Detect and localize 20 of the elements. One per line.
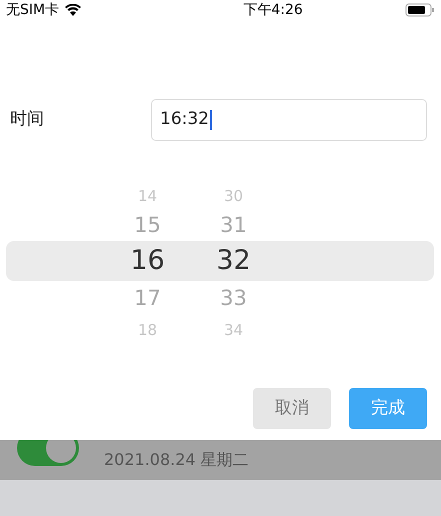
time-input-field[interactable]: 16:32 xyxy=(151,99,427,141)
picker-option[interactable]: 30 xyxy=(224,184,244,208)
picker-option[interactable]: 17 xyxy=(134,282,161,314)
date-text: 2021.08.24 星期二 xyxy=(104,449,249,471)
cancel-button[interactable]: 取消 xyxy=(253,388,331,429)
battery-icon xyxy=(405,3,435,17)
done-button[interactable]: 完成 xyxy=(349,388,427,429)
picker-option[interactable]: 32 xyxy=(216,240,251,282)
picker-option[interactable]: 18 xyxy=(138,318,158,342)
time-label: 时间 xyxy=(9,108,45,132)
picker-option[interactable]: 14 xyxy=(138,184,158,208)
carrier-label: 无SIM卡 xyxy=(6,0,60,20)
picker-option[interactable]: 16 xyxy=(130,240,165,282)
wifi-icon xyxy=(65,4,82,16)
picker-option[interactable]: 31 xyxy=(220,210,247,242)
toggle-switch[interactable] xyxy=(17,440,79,466)
picker-option[interactable]: 15 xyxy=(134,210,161,242)
clock-label: 下午4:26 xyxy=(243,0,303,20)
picker-option[interactable]: 33 xyxy=(220,282,247,314)
picker-option[interactable]: 34 xyxy=(224,318,244,342)
